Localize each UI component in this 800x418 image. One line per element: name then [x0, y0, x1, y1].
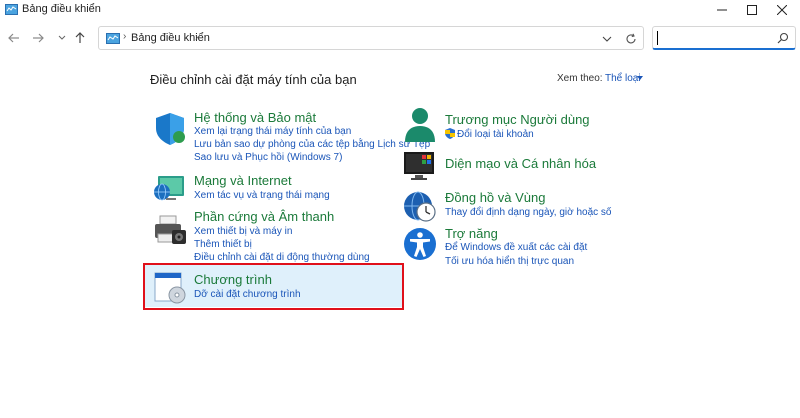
chevron-down-icon	[602, 36, 612, 42]
category-user-accounts[interactable]: Trương mục Người dùng	[445, 112, 590, 127]
back-button[interactable]	[4, 28, 24, 48]
accessibility-icon[interactable]	[402, 226, 438, 262]
category-clock-region[interactable]: Đồng hồ và Vùng	[445, 190, 545, 205]
title-bar: Bảng điều khiển	[0, 0, 800, 20]
forward-button[interactable]	[28, 28, 48, 48]
link-backup-restore[interactable]: Sao lưu và Phục hồi (Windows 7)	[194, 152, 342, 163]
user-accounts-icon[interactable]	[402, 106, 438, 142]
link-optimize-visual-display[interactable]: Tối ưu hóa hiển thị trực quan	[445, 256, 574, 267]
uac-shield-icon	[445, 128, 455, 139]
window-title: Bảng điều khiển	[22, 3, 101, 15]
link-network-status[interactable]: Xem tác vụ và trạng thái mạng	[194, 190, 330, 201]
link-add-device[interactable]: Thêm thiết bị	[194, 239, 252, 250]
category-appearance-personalization[interactable]: Diện mạo và Cá nhân hóa	[445, 156, 596, 171]
navigation-bar: › Bảng điều khiển ›	[0, 24, 800, 52]
view-by-label: Xem theo:	[557, 73, 603, 84]
link-change-account-type[interactable]: Đổi loại tài khoản	[457, 129, 534, 140]
link-date-time-format[interactable]: Thay đổi định dạng ngày, giờ hoặc số	[445, 207, 611, 218]
text-caret	[657, 31, 658, 45]
breadcrumb-separator[interactable]: ›	[123, 31, 126, 42]
link-suggest-settings[interactable]: Để Windows đề xuất các cài đặt	[445, 242, 587, 253]
arrow-right-icon	[33, 33, 44, 43]
printer-icon[interactable]	[152, 212, 188, 248]
network-globe-icon[interactable]	[152, 170, 188, 206]
search-box[interactable]	[652, 26, 796, 50]
control-panel-icon	[5, 4, 18, 15]
chevron-down-icon	[58, 35, 66, 40]
category-network-internet[interactable]: Mạng và Internet	[194, 173, 292, 188]
breadcrumb-chevron[interactable]: ›	[195, 32, 198, 43]
maximize-icon	[747, 5, 757, 15]
control-panel-icon	[106, 33, 120, 44]
page-heading: Điều chỉnh cài đặt máy tính của bạn	[150, 72, 357, 87]
link-review-status[interactable]: Xem lại trạng thái máy tính của bạn	[194, 126, 351, 137]
category-ease-of-access[interactable]: Trợ năng	[445, 226, 498, 241]
shield-icon[interactable]	[152, 111, 188, 147]
link-file-history[interactable]: Lưu bản sao dự phòng của các tệp bằng Lị…	[194, 139, 430, 150]
link-mobility-settings[interactable]: Điều chỉnh cài đặt di động thường dùng	[194, 252, 370, 263]
recent-locations-button[interactable]	[52, 28, 72, 48]
annotation-highlight-box	[143, 263, 404, 310]
address-history-button[interactable]	[599, 31, 615, 47]
minimize-icon	[717, 9, 727, 11]
search-icon[interactable]	[777, 32, 789, 44]
up-button[interactable]	[70, 28, 90, 48]
close-button[interactable]	[762, 0, 800, 20]
search-input[interactable]	[657, 29, 769, 47]
category-system-security[interactable]: Hệ thống và Bảo mật	[194, 110, 316, 125]
address-bar[interactable]: › Bảng điều khiển ›	[98, 26, 644, 50]
clock-globe-icon[interactable]	[402, 188, 438, 224]
personalization-icon[interactable]	[402, 148, 438, 184]
category-hardware-sound[interactable]: Phần cứng và Âm thanh	[194, 209, 334, 224]
view-by-caret-icon[interactable]	[637, 76, 643, 80]
close-icon	[777, 5, 787, 15]
view-by-dropdown[interactable]: Thể loại	[605, 73, 641, 84]
arrow-up-icon	[75, 32, 85, 43]
arrow-left-icon	[8, 33, 19, 43]
link-devices-printers[interactable]: Xem thiết bị và máy in	[194, 226, 292, 237]
refresh-button[interactable]	[623, 31, 639, 47]
refresh-icon	[626, 33, 636, 44]
